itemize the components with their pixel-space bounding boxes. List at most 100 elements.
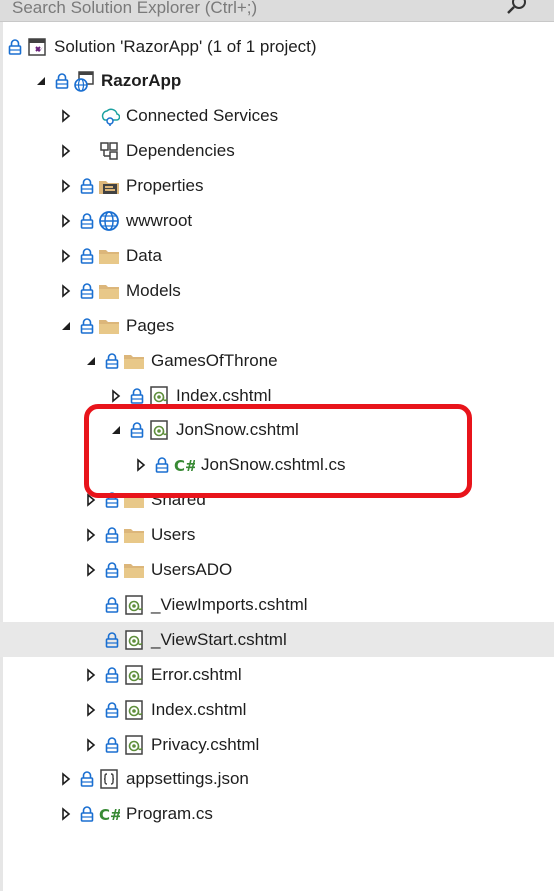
lock-icon — [80, 178, 94, 194]
tree-item[interactable]: UsersADO — [0, 553, 554, 588]
tree-item[interactable]: Pages — [0, 308, 554, 343]
tree-item[interactable]: _ViewStart.cshtml — [0, 622, 554, 658]
tree-item-label: RazorApp — [101, 71, 182, 91]
expand-collapse-arrow-icon[interactable] — [83, 527, 99, 543]
tree-item[interactable]: Dependencies — [0, 134, 554, 169]
lock-icon — [105, 492, 119, 508]
expand-collapse-arrow-icon[interactable] — [83, 737, 99, 753]
expand-collapse-arrow-icon[interactable] — [83, 353, 99, 369]
expand-collapse-arrow-icon[interactable] — [83, 702, 99, 718]
lock-icon — [105, 352, 119, 369]
tree-item-label: Shared — [151, 490, 206, 510]
tree-item[interactable]: wwwroot — [0, 204, 554, 239]
tree-item[interactable]: C# Program.cs — [0, 797, 554, 832]
tree-item-label: Users — [151, 525, 196, 545]
svg-text:C#: C# — [174, 457, 195, 475]
razor-file-icon — [125, 664, 143, 685]
expand-collapse-arrow-icon[interactable] — [83, 562, 99, 578]
lock-icon — [105, 597, 119, 613]
tree-item-label: Dependencies — [126, 141, 235, 161]
tree-item[interactable]: Index.cshtml — [0, 692, 554, 727]
expand-collapse-arrow-icon[interactable] — [108, 388, 124, 404]
lock-icon — [105, 666, 119, 683]
lock-icon — [80, 317, 94, 334]
tree-item[interactable]: Models — [0, 273, 554, 308]
tree-item-label: Data — [126, 245, 162, 265]
razor-file-icon — [125, 734, 143, 755]
tree-item-label: Properties — [126, 176, 204, 196]
tree-item[interactable]: Shared — [0, 483, 554, 518]
tree-item[interactable]: Index.cshtml — [0, 378, 554, 413]
folder-icon — [99, 319, 119, 334]
razor-file-icon — [125, 699, 143, 720]
lock-icon — [80, 213, 94, 229]
expand-collapse-arrow-icon[interactable] — [83, 492, 99, 508]
expand-collapse-arrow-icon[interactable] — [58, 771, 74, 787]
lock-icon — [55, 73, 69, 90]
expand-collapse-arrow-icon[interactable] — [58, 178, 74, 194]
tree-item[interactable]: GamesOfThrone — [0, 343, 554, 378]
expand-collapse-arrow-icon[interactable] — [133, 457, 149, 473]
tree-item-label: Connected Services — [126, 106, 279, 126]
dependencies-icon — [100, 142, 118, 160]
expand-collapse-arrow-icon[interactable] — [58, 248, 74, 264]
folder-icon — [99, 284, 119, 299]
json-file-icon — [100, 769, 118, 790]
search-icon[interactable] — [506, 0, 528, 16]
tree-item[interactable]: Properties — [0, 169, 554, 204]
folder-icon — [124, 529, 144, 544]
web-project-icon — [74, 71, 94, 93]
tree-item[interactable]: appsettings.json — [0, 762, 554, 797]
tree-item-label: Program.cs — [126, 804, 213, 824]
tree-item[interactable]: Solution 'RazorApp' (1 of 1 project) — [0, 29, 554, 64]
search-input[interactable] — [8, 0, 508, 20]
expand-collapse-arrow-icon[interactable] — [58, 318, 74, 334]
tree-item[interactable]: Error.cshtml — [0, 657, 554, 692]
razor-file-icon — [125, 595, 143, 615]
tree-item[interactable]: C# JonSnow.cshtml.cs — [0, 448, 554, 483]
lock-icon — [8, 38, 22, 55]
lock-icon — [155, 457, 169, 474]
lock-icon — [80, 771, 94, 788]
tree-item-label: Pages — [126, 315, 175, 335]
solution-icon — [28, 37, 46, 56]
tree-item-label: _ViewStart.cshtml — [151, 629, 287, 649]
tree-item-label: Privacy.cshtml — [151, 734, 260, 754]
tree-item-label: Error.cshtml — [151, 664, 242, 684]
svg-text:C#: C# — [99, 806, 120, 824]
expand-collapse-arrow-icon[interactable] — [83, 667, 99, 683]
tree-item-label: appsettings.json — [126, 769, 249, 789]
tree-item-label: GamesOfThrone — [151, 350, 278, 370]
properties-icon — [99, 181, 119, 195]
tree-item-label: Models — [126, 280, 181, 300]
tree-item-label: JonSnow.cshtml.cs — [201, 455, 346, 475]
tree-item-label: UsersADO — [151, 560, 233, 579]
globe-icon — [99, 211, 119, 231]
expand-collapse-arrow-icon[interactable] — [58, 143, 74, 159]
expand-collapse-arrow-icon[interactable] — [58, 213, 74, 229]
tree-item[interactable]: Data — [0, 238, 554, 273]
expand-collapse-arrow-icon[interactable] — [58, 806, 74, 822]
folder-icon — [124, 354, 144, 369]
tree-item-label: Solution 'RazorApp' (1 of 1 project) — [54, 36, 317, 56]
lock-icon — [105, 527, 119, 543]
expand-collapse-arrow-icon[interactable] — [58, 108, 74, 124]
expand-collapse-arrow-icon[interactable] — [108, 422, 124, 438]
tree-item[interactable]: Privacy.cshtml — [0, 727, 554, 762]
tree-item[interactable]: RazorApp — [0, 64, 554, 99]
lock-icon — [130, 422, 144, 439]
razor-file-icon — [150, 385, 168, 406]
csharp-file-icon: C# — [99, 806, 120, 824]
folder-icon — [124, 564, 144, 578]
tree-item[interactable]: JonSnow.cshtml — [0, 413, 554, 448]
lock-icon — [80, 248, 94, 264]
expand-collapse-arrow-icon[interactable] — [33, 73, 49, 89]
tree-item[interactable]: Connected Services — [0, 99, 554, 134]
lock-icon — [80, 283, 94, 299]
lock-icon — [105, 736, 119, 753]
lock-icon — [80, 806, 94, 823]
tree-item[interactable]: Users — [0, 518, 554, 553]
folder-icon — [124, 494, 144, 509]
expand-collapse-arrow-icon[interactable] — [58, 283, 74, 299]
tree-item[interactable]: _ViewImports.cshtml — [0, 587, 554, 622]
